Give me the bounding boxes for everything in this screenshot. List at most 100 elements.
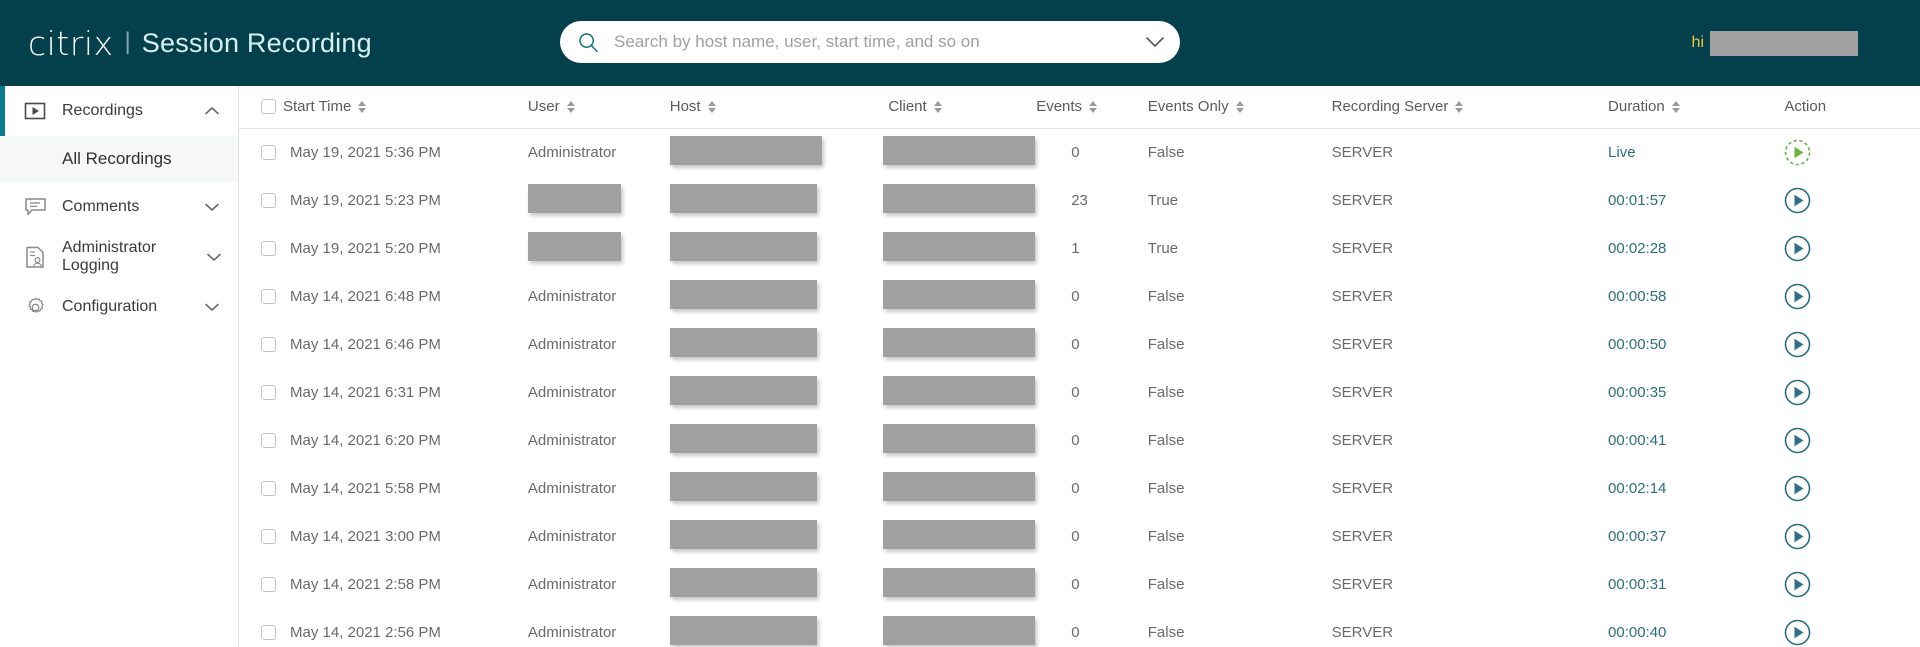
cell-recording-server: SERVER [1332, 320, 1568, 368]
duration-value: 00:00:50 [1608, 336, 1666, 353]
column-header-user[interactable]: User [528, 86, 670, 128]
row-checkbox[interactable] [261, 385, 276, 400]
play-icon[interactable] [1784, 571, 1811, 598]
play-icon[interactable] [1784, 139, 1811, 166]
column-label: Start Time [283, 98, 351, 115]
sidebar-item-recordings[interactable]: Recordings [0, 86, 238, 136]
sort-toggle-host[interactable] [708, 101, 716, 113]
chevron-up-icon[interactable] [204, 106, 238, 116]
search-bar[interactable] [560, 21, 1180, 63]
table-row[interactable]: May 14, 2021 5:58 PMAdministrator0FalseS… [239, 464, 1920, 512]
cell-events-only: False [1148, 512, 1332, 560]
sort-toggle-events-only[interactable] [1236, 101, 1244, 113]
cell-recording-server: SERVER [1332, 272, 1568, 320]
table-row[interactable]: May 14, 2021 2:58 PMAdministrator0FalseS… [239, 560, 1920, 608]
row-checkbox[interactable] [261, 433, 276, 448]
host-redacted [670, 136, 822, 165]
table-row[interactable]: May 14, 2021 6:20 PMAdministrator0FalseS… [239, 416, 1920, 464]
chevron-down-icon[interactable] [206, 252, 238, 262]
column-header-host[interactable]: Host [670, 86, 849, 128]
sidebar-item-comments[interactable]: Comments [0, 182, 238, 232]
cell-client [848, 176, 1011, 224]
cell-events-only: False [1148, 560, 1332, 608]
duration-value: 00:00:31 [1608, 576, 1666, 593]
host-redacted [670, 328, 817, 357]
search-input[interactable] [612, 31, 1136, 53]
play-icon[interactable] [1784, 283, 1811, 310]
cell-duration: 00:00:37 [1568, 512, 1762, 560]
sort-toggle-client[interactable] [934, 101, 942, 113]
play-icon[interactable] [1784, 523, 1811, 550]
table-header: Start Time User Host [239, 86, 1920, 128]
table-row[interactable]: May 14, 2021 3:00 PMAdministrator0FalseS… [239, 512, 1920, 560]
host-redacted [670, 376, 817, 405]
column-header-events-only[interactable]: Events Only [1148, 86, 1332, 128]
cell-action [1762, 368, 1920, 416]
play-icon[interactable] [1784, 379, 1811, 406]
row-checkbox[interactable] [261, 481, 276, 496]
sidebar-item-administrator-logging[interactable]: Administrator Logging [0, 232, 238, 282]
gear-icon [22, 295, 48, 319]
table-row[interactable]: May 14, 2021 6:46 PMAdministrator0FalseS… [239, 320, 1920, 368]
cell-duration: Live [1568, 128, 1762, 176]
column-label: User [528, 98, 560, 115]
user-menu[interactable]: hi [1692, 0, 1858, 86]
table-row[interactable]: May 14, 2021 6:48 PMAdministrator0FalseS… [239, 272, 1920, 320]
app-header: citrix | Session Recording hi [0, 0, 1920, 86]
row-checkbox[interactable] [261, 337, 276, 352]
client-redacted [883, 472, 1035, 501]
column-header-recording-server[interactable]: Recording Server [1332, 86, 1568, 128]
cell-recording-server: SERVER [1332, 608, 1568, 647]
sort-toggle-events[interactable] [1089, 101, 1097, 113]
table-row[interactable]: May 14, 2021 2:56 PMAdministrator0FalseS… [239, 608, 1920, 647]
sort-toggle-start-time[interactable] [358, 101, 366, 113]
table-row[interactable]: May 14, 2021 6:31 PMAdministrator0FalseS… [239, 368, 1920, 416]
play-icon[interactable] [1784, 187, 1811, 214]
row-checkbox[interactable] [261, 145, 276, 160]
row-checkbox[interactable] [261, 625, 276, 640]
cell-events-only: False [1148, 464, 1332, 512]
cell-events-only: True [1148, 224, 1332, 272]
row-checkbox[interactable] [261, 529, 276, 544]
table-row[interactable]: May 19, 2021 5:23 PM23TrueSERVER00:01:57 [239, 176, 1920, 224]
row-checkbox[interactable] [261, 241, 276, 256]
row-checkbox[interactable] [261, 289, 276, 304]
table-row[interactable]: May 19, 2021 5:36 PMAdministrator0FalseS… [239, 128, 1920, 176]
column-header-client[interactable]: Client [848, 86, 1011, 128]
citrix-logo: citrix [28, 27, 114, 60]
column-header-events[interactable]: Events [1011, 86, 1148, 128]
column-header-duration[interactable]: Duration [1568, 86, 1762, 128]
chevron-down-icon[interactable] [204, 202, 238, 212]
sidebar-item-configuration[interactable]: Configuration [0, 282, 238, 332]
cell-start-time: May 14, 2021 2:58 PM [239, 560, 528, 608]
table-header-row: Start Time User Host [239, 86, 1920, 128]
client-redacted [883, 616, 1035, 645]
sort-toggle-user[interactable] [567, 101, 575, 113]
chevron-down-icon[interactable] [1136, 35, 1166, 49]
host-redacted [670, 568, 817, 597]
play-icon[interactable] [1784, 235, 1811, 262]
start-time-value: May 19, 2021 5:20 PM [290, 240, 441, 257]
column-header-start-time[interactable]: Start Time [239, 86, 528, 128]
cell-events-only: False [1148, 608, 1332, 647]
select-all-checkbox[interactable] [261, 99, 276, 114]
sidebar-item-all-recordings[interactable]: All Recordings [0, 136, 238, 182]
cell-client [848, 320, 1011, 368]
cell-user [528, 176, 670, 224]
column-label: Action [1784, 98, 1826, 115]
sort-toggle-recording-server[interactable] [1455, 101, 1463, 113]
cell-action [1762, 224, 1920, 272]
cell-user: Administrator [528, 560, 670, 608]
row-checkbox[interactable] [261, 577, 276, 592]
sort-toggle-duration[interactable] [1672, 101, 1680, 113]
play-icon[interactable] [1784, 619, 1811, 646]
cell-start-time: May 19, 2021 5:20 PM [239, 224, 528, 272]
row-checkbox[interactable] [261, 193, 276, 208]
play-icon[interactable] [1784, 331, 1811, 358]
table-row[interactable]: May 19, 2021 5:20 PM1TrueSERVER00:02:28 [239, 224, 1920, 272]
chevron-down-icon[interactable] [204, 302, 238, 312]
cell-client [848, 224, 1011, 272]
play-icon[interactable] [1784, 475, 1811, 502]
cell-start-time: May 14, 2021 5:58 PM [239, 464, 528, 512]
play-icon[interactable] [1784, 427, 1811, 454]
